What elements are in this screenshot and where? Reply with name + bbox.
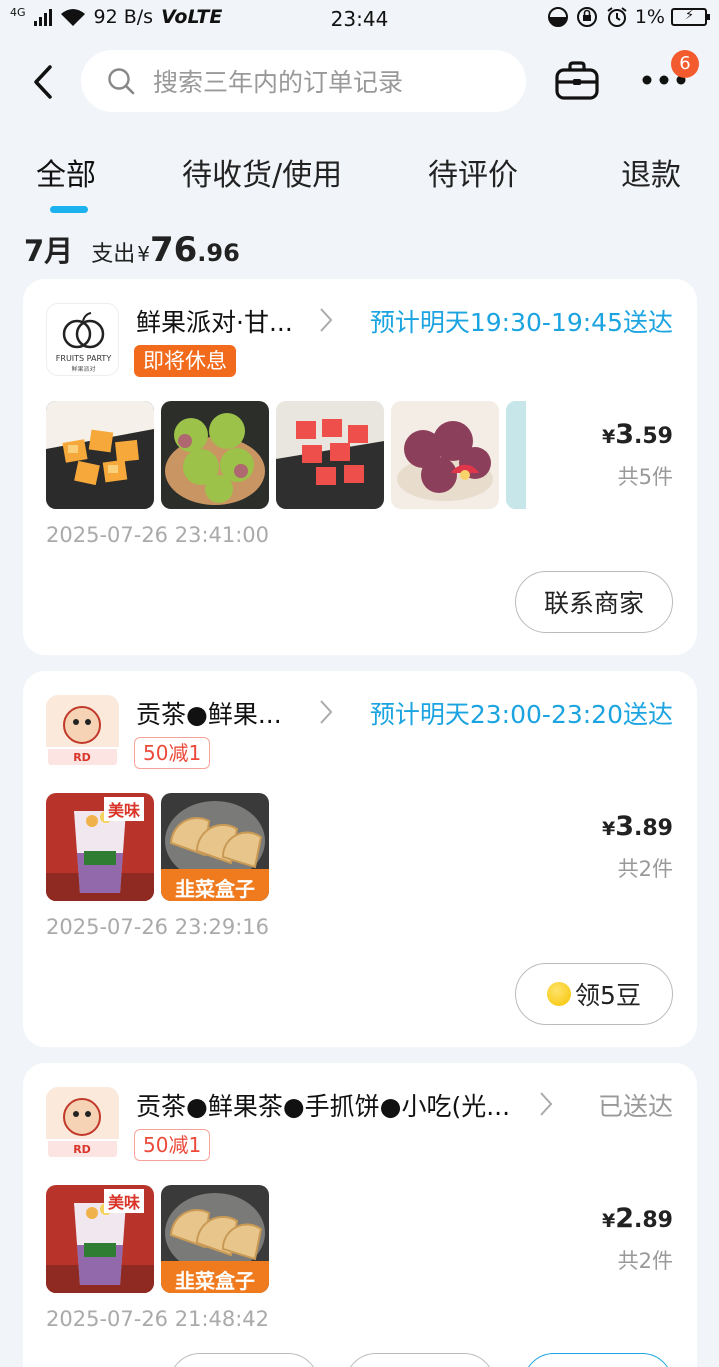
alarm-icon (607, 7, 627, 27)
product-thumb-chive-box: 韭菜盒子 (161, 793, 269, 901)
action-button[interactable] (345, 1353, 495, 1367)
chevron-right-icon (540, 1092, 553, 1116)
product-thumbnails[interactable] (46, 401, 526, 509)
product-thumb-red-plums (391, 401, 499, 509)
notification-badge: 6 (671, 50, 699, 78)
tab-active-indicator (50, 206, 88, 213)
shop-logo: RD (46, 1087, 119, 1160)
header: 搜索三年内的订单记录 6 (0, 44, 719, 120)
discount-tag: 50减1 (134, 1129, 211, 1161)
discount-tag: 50减1 (134, 737, 211, 769)
price-int: 2 (615, 1203, 635, 1234)
claim-beans-button[interactable]: 领5豆 (515, 963, 673, 1025)
tab-to-receive[interactable]: 待收货/使用 (182, 150, 342, 194)
order-time: 2025-07-26 23:41:00 (46, 523, 270, 547)
thumb-label: 美味 (104, 797, 145, 821)
thumb-label: 韭菜盒子 (175, 1269, 255, 1293)
thumb-label: 韭菜盒子 (175, 877, 255, 901)
logo-text: FRUITS PARTY (55, 354, 112, 363)
order-tabs: 全部 待收货/使用 待评价 退款 (0, 150, 719, 216)
tab-to-review[interactable]: 待评价 (428, 150, 518, 194)
product-thumb-melon (46, 401, 154, 509)
battery-icon: ⚡ (671, 8, 710, 26)
search-input[interactable]: 搜索三年内的订单记录 (81, 50, 526, 112)
price-dec: .59 (634, 424, 673, 449)
summary-currency: ¥ (137, 242, 150, 266)
shop-name[interactable]: 贡茶●鲜果... (136, 695, 282, 731)
data-saver-icon (547, 7, 568, 27)
shop-status-tag: 即将休息 (134, 345, 236, 377)
item-count: 共2件 (617, 1249, 673, 1273)
svg-text:RD: RD (73, 751, 91, 764)
claim-beans-label: 领5豆 (575, 981, 641, 1010)
logo-subtext: 鲜果派对 (71, 366, 96, 373)
product-thumbnails[interactable]: 美味 韭菜盒子 (46, 793, 526, 901)
primary-action-button[interactable] (523, 1353, 673, 1367)
tab-refund[interactable]: 退款 (621, 150, 681, 194)
summary-label: 支出 (91, 242, 136, 267)
shop-name[interactable]: 鲜果派对·甘... (136, 303, 293, 339)
battery-percent: 1% (634, 6, 665, 28)
order-time: 2025-07-26 23:29:16 (46, 915, 270, 939)
product-thumb-watermelon (276, 401, 384, 509)
order-price: ¥3.89 (602, 811, 673, 842)
order-card[interactable]: RD 贡茶●鲜果茶●手抓饼●小吃(光... 已送达 50减1 美味 韭菜盒子 ¥… (23, 1063, 697, 1367)
back-arrow-icon[interactable] (28, 62, 58, 102)
product-thumb-milk-tea: 美味 (46, 793, 154, 901)
svg-text:RD: RD (73, 1143, 91, 1156)
price-currency: ¥ (601, 818, 616, 840)
thumb-label: 美味 (104, 1189, 145, 1213)
action-button[interactable] (169, 1353, 319, 1367)
price-currency: ¥ (601, 426, 616, 448)
price-dec: .89 (634, 816, 673, 841)
summary-amount-dec: .96 (197, 239, 240, 267)
chevron-right-icon (320, 308, 333, 332)
bean-coin-icon (547, 982, 572, 1006)
product-thumb-chive-box: 韭菜盒子 (161, 1185, 269, 1293)
rotation-lock-icon (576, 7, 597, 27)
product-thumbnails[interactable]: 美味 韭菜盒子 (46, 1185, 526, 1293)
product-thumb-green-plums (161, 401, 269, 509)
order-price: ¥2.89 (602, 1203, 673, 1234)
tab-all[interactable]: 全部 (36, 150, 96, 194)
order-time: 2025-07-26 21:48:42 (46, 1307, 270, 1331)
item-count: 共5件 (617, 465, 673, 489)
toolbox-icon[interactable] (554, 60, 600, 102)
delivery-status: 预计明天19:30-19:45送达 (369, 308, 673, 337)
status-bar: 4G 92 B/s VoLTE 23:44 1% ⚡ (0, 0, 719, 38)
shop-logo: FRUITS PARTY 鲜果派对 (46, 303, 119, 376)
summary-month: 7月 (24, 234, 74, 268)
order-card[interactable]: RD 贡茶●鲜果... 预计明天23:00-23:20送达 50减1 美味 韭菜… (23, 671, 697, 1047)
delivery-status: 预计明天23:00-23:20送达 (369, 700, 673, 729)
order-price: ¥3.59 (602, 419, 673, 450)
product-thumb-milk-tea: 美味 (46, 1185, 154, 1293)
order-card[interactable]: FRUITS PARTY 鲜果派对 鲜果派对·甘... 预计明天19:30-19… (23, 279, 697, 655)
price-int: 3 (615, 419, 635, 450)
price-currency: ¥ (601, 1210, 616, 1232)
search-icon (108, 68, 135, 95)
search-placeholder: 搜索三年内的订单记录 (153, 68, 404, 97)
shop-name[interactable]: 贡茶●鲜果茶●手抓饼●小吃(光... (136, 1087, 510, 1123)
item-count: 共2件 (617, 857, 673, 881)
contact-merchant-button[interactable]: 联系商家 (515, 571, 673, 633)
shop-logo: RD (46, 695, 119, 768)
delivery-status: 已送达 (597, 1092, 673, 1121)
summary-amount-int: 76 (149, 230, 198, 270)
monthly-summary: 7月 支出 ¥ 76 .96 (24, 228, 240, 272)
product-thumb-snack (506, 401, 526, 509)
chevron-right-icon (320, 700, 333, 724)
price-int: 3 (615, 811, 635, 842)
price-dec: .89 (634, 1208, 673, 1233)
